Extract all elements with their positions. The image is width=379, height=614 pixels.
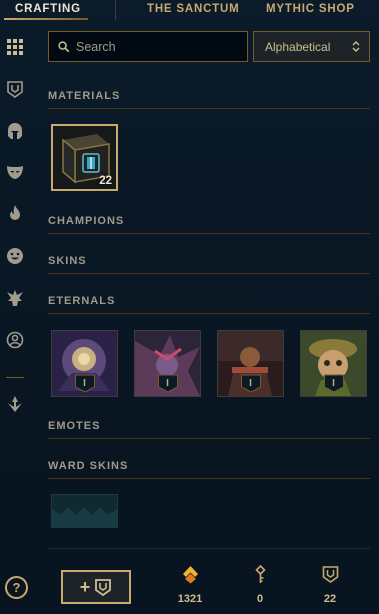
add-ward-button[interactable]: + [61,570,131,604]
section-title-skins: SKINS [48,255,370,274]
search-input[interactable] [76,39,246,54]
ward-shield-icon [95,579,112,596]
tier-label: I [83,378,86,389]
eternal-tile[interactable]: I [300,330,367,397]
tier-badge: I [240,374,261,393]
tab-the-sanctum[interactable]: THE SANCTUM [147,3,240,15]
eternals-flame-icon[interactable] [4,202,26,224]
eternal-tile[interactable]: I [217,330,284,397]
add-label: + [79,576,91,597]
key-fragment-value: 0 [256,593,264,605]
sidebar-separator [6,377,24,378]
chest-counter: 22 [310,565,350,605]
section-title-emotes: EMOTES [48,420,370,439]
orange-essence-value: 1321 [177,593,203,605]
tier-label: I [249,378,252,389]
summoner-icon[interactable] [4,329,26,351]
key-fragment-counter: 0 [240,565,280,605]
section-title-ward-skins: WARD SKINS [48,460,370,479]
chevron-up-down-icon [352,41,360,52]
grid-icon[interactable] [4,36,26,58]
search-icon [58,41,69,52]
chest-count-icon [322,566,338,583]
orange-essence-icon [182,566,198,584]
section-title-eternals: ETERNALS [48,295,370,314]
tier-label: I [332,378,335,389]
other-loot-icon[interactable] [4,393,26,415]
eternal-tile[interactable]: I [134,330,201,397]
ward-skin-preview-image [52,495,117,527]
chest-count-value: 22 [323,593,337,605]
key-fragment-icon [254,565,266,583]
ward-shield-icon[interactable] [4,78,26,100]
help-button[interactable]: ? [5,576,28,599]
emote-face-icon[interactable] [4,245,26,267]
search-box[interactable] [48,31,248,62]
champion-helmet-icon[interactable] [4,120,26,142]
tier-badge: I [323,374,344,393]
top-navigation: CRAFTING THE SANCTUM MYTHIC SHOP [0,0,379,22]
ward-skin-icon[interactable] [4,287,26,309]
ward-skin-tile[interactable] [51,494,118,528]
tab-crafting[interactable]: CRAFTING [15,3,81,15]
skin-mask-icon[interactable] [4,161,26,183]
section-title-materials: MATERIALS [48,90,370,109]
tier-label: I [166,378,169,389]
orange-essence-counter: 1321 [170,565,210,605]
tier-badge: I [74,374,95,393]
tier-badge: I [157,374,178,393]
nav-divider [115,0,116,20]
bottom-separator [48,548,370,549]
section-title-champions: CHAMPIONS [48,215,370,234]
active-tab-underline [4,18,88,20]
sort-dropdown[interactable]: Alphabetical [253,31,370,62]
eternal-tile[interactable]: I [51,330,118,397]
material-tile-hextech-chest[interactable]: 22 [51,124,118,191]
sort-selected-value: Alphabetical [265,39,331,54]
tab-mythic-shop[interactable]: MYTHIC SHOP [266,3,355,15]
material-count: 22 [99,175,112,187]
